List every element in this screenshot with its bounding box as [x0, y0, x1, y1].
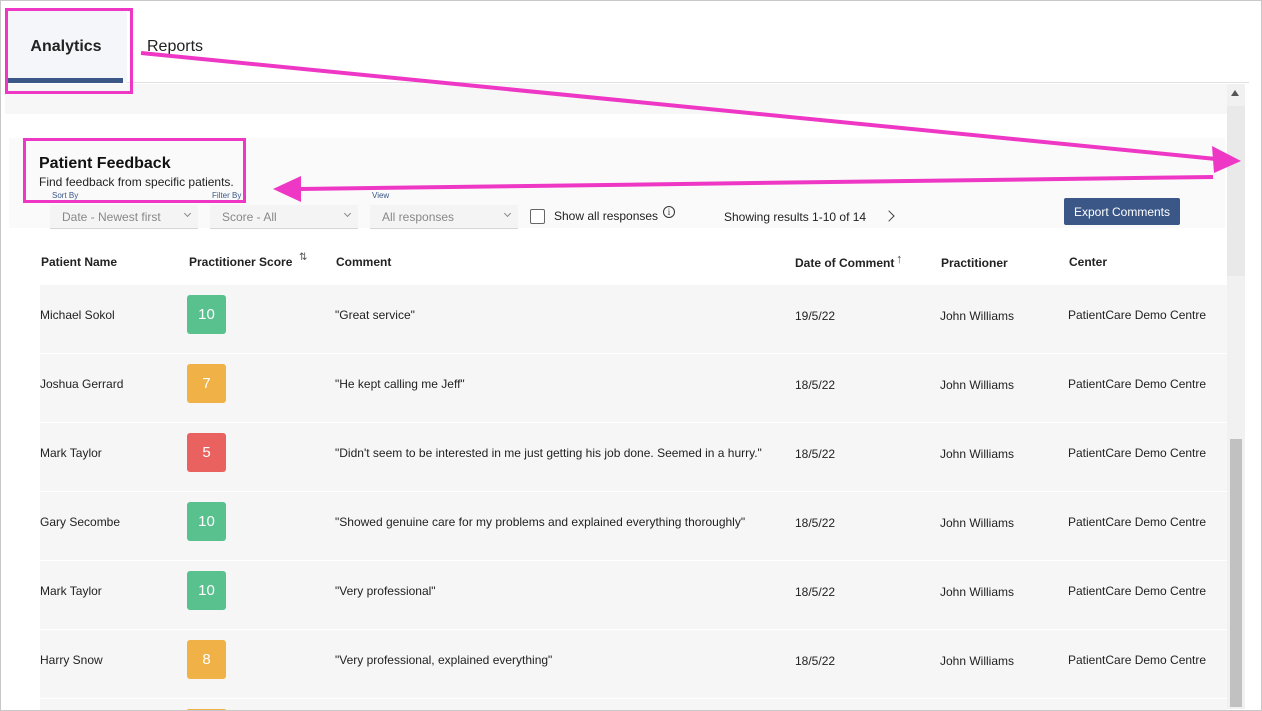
- table-row[interactable]: Joshua Gerrard 7 "He kept calling me Jef…: [40, 354, 1227, 422]
- tab-reports[interactable]: Reports: [147, 11, 203, 83]
- view-select[interactable]: All responses: [370, 205, 518, 229]
- results-count: Showing results 1-10 of 14: [724, 210, 867, 224]
- comment-date: 18/5/22: [795, 447, 836, 461]
- content-top-strip: [5, 84, 1227, 114]
- export-comments-button[interactable]: Export Comments: [1064, 198, 1180, 225]
- comment-date: 18/5/22: [795, 585, 836, 599]
- patient-name: Gary Secombe: [40, 515, 121, 529]
- show-all-responses-label[interactable]: Show all responses: [554, 209, 658, 223]
- comment-date: 19/5/22: [795, 309, 836, 323]
- table-row[interactable]: Gary Secombe 10 "Showed genuine care for…: [40, 492, 1227, 560]
- comment-date: 18/5/22: [795, 516, 836, 530]
- patient-name: Joshua Gerrard: [40, 377, 124, 391]
- table-row[interactable]: Mark Taylor 10 "Very professional" 18/5/…: [40, 561, 1227, 629]
- center-name: PatientCare Demo Centre: [1068, 584, 1207, 598]
- annotation-highlight-box: [23, 138, 246, 203]
- view-value: All responses: [382, 209, 455, 224]
- vertical-scrollbar[interactable]: [1227, 84, 1245, 709]
- patient-name: Harry Snow: [40, 653, 103, 667]
- table-row[interactable]: Harry Snow 8 "Very professional, explain…: [40, 630, 1227, 698]
- patient-name: Michael Sokol: [40, 308, 115, 322]
- score-badge: 10: [187, 571, 226, 610]
- comment-date: 18/5/22: [795, 378, 836, 392]
- sort-ascending-arrow-icon[interactable]: ↑: [896, 251, 903, 266]
- header-date-of-comment[interactable]: Date of Comment: [795, 256, 894, 270]
- header-comment: Comment: [336, 255, 392, 269]
- table-row[interactable]: [40, 699, 1227, 710]
- info-icon[interactable]: i: [663, 206, 675, 218]
- score-badge: 8: [187, 640, 226, 679]
- comment-text: "Very professional, explained everything…: [335, 653, 553, 667]
- sort-both-icon[interactable]: ⇅: [299, 252, 307, 263]
- center-name: PatientCare Demo Centre: [1068, 446, 1207, 460]
- score-badge: 10: [187, 295, 226, 334]
- score-badge: 7: [187, 364, 226, 403]
- comment-date: 18/5/22: [795, 654, 836, 668]
- sort-by-select[interactable]: Date - Newest first: [50, 205, 198, 229]
- practitioner-name: John Williams: [940, 516, 1015, 530]
- scrollbar-thumb[interactable]: [1230, 439, 1242, 707]
- practitioner-name: John Williams: [940, 378, 1015, 392]
- comment-text: "He kept calling me Jeff": [335, 377, 465, 391]
- header-practitioner: Practitioner: [941, 256, 1008, 270]
- center-name: PatientCare Demo Centre: [1068, 308, 1207, 322]
- practitioner-name: John Williams: [940, 654, 1015, 668]
- header-center: Center: [1069, 255, 1108, 269]
- table-row[interactable]: Mark Taylor 5 "Didn't seem to be interes…: [40, 423, 1227, 491]
- comment-text: "Very professional": [335, 584, 436, 598]
- scroll-up-arrow-icon[interactable]: [1231, 90, 1239, 96]
- score-badge: 10: [187, 502, 226, 541]
- chevron-down-icon: [183, 209, 192, 218]
- annotation-highlight-box: [5, 8, 133, 94]
- score-badge: 5: [187, 433, 226, 472]
- tab-reports-label: Reports: [147, 38, 204, 55]
- chevron-down-icon: [503, 209, 512, 218]
- practitioner-name: John Williams: [940, 585, 1015, 599]
- patient-name: Mark Taylor: [40, 446, 102, 460]
- table-row[interactable]: Michael Sokol 10 "Great service" 19/5/22…: [40, 285, 1227, 353]
- comment-text: "Didn't seem to be interested in me just…: [335, 446, 762, 460]
- center-name: PatientCare Demo Centre: [1068, 653, 1207, 667]
- filter-by-value: Score - All: [222, 209, 277, 224]
- practitioner-name: John Williams: [940, 309, 1015, 323]
- sort-by-value: Date - Newest first: [62, 209, 161, 224]
- header-practitioner-score[interactable]: Practitioner Score: [189, 255, 292, 269]
- comment-text: "Showed genuine care for my problems and…: [335, 515, 746, 529]
- show-all-responses-checkbox[interactable]: [530, 209, 545, 224]
- center-name: PatientCare Demo Centre: [1068, 515, 1207, 529]
- filter-by-select[interactable]: Score - All: [210, 205, 358, 229]
- chevron-down-icon: [343, 209, 352, 218]
- practitioner-name: John Williams: [940, 447, 1015, 461]
- tab-bar: Analytics Reports: [5, 11, 1249, 83]
- patient-name: Mark Taylor: [40, 584, 102, 598]
- comment-text: "Great service": [335, 308, 415, 322]
- header-patient-name[interactable]: Patient Name: [41, 255, 117, 269]
- app-window: Analytics Reports Patient Feedback Find …: [0, 0, 1262, 711]
- center-name: PatientCare Demo Centre: [1068, 377, 1207, 391]
- view-label: View: [372, 191, 390, 200]
- scrollbar-track-segment: [1227, 106, 1245, 276]
